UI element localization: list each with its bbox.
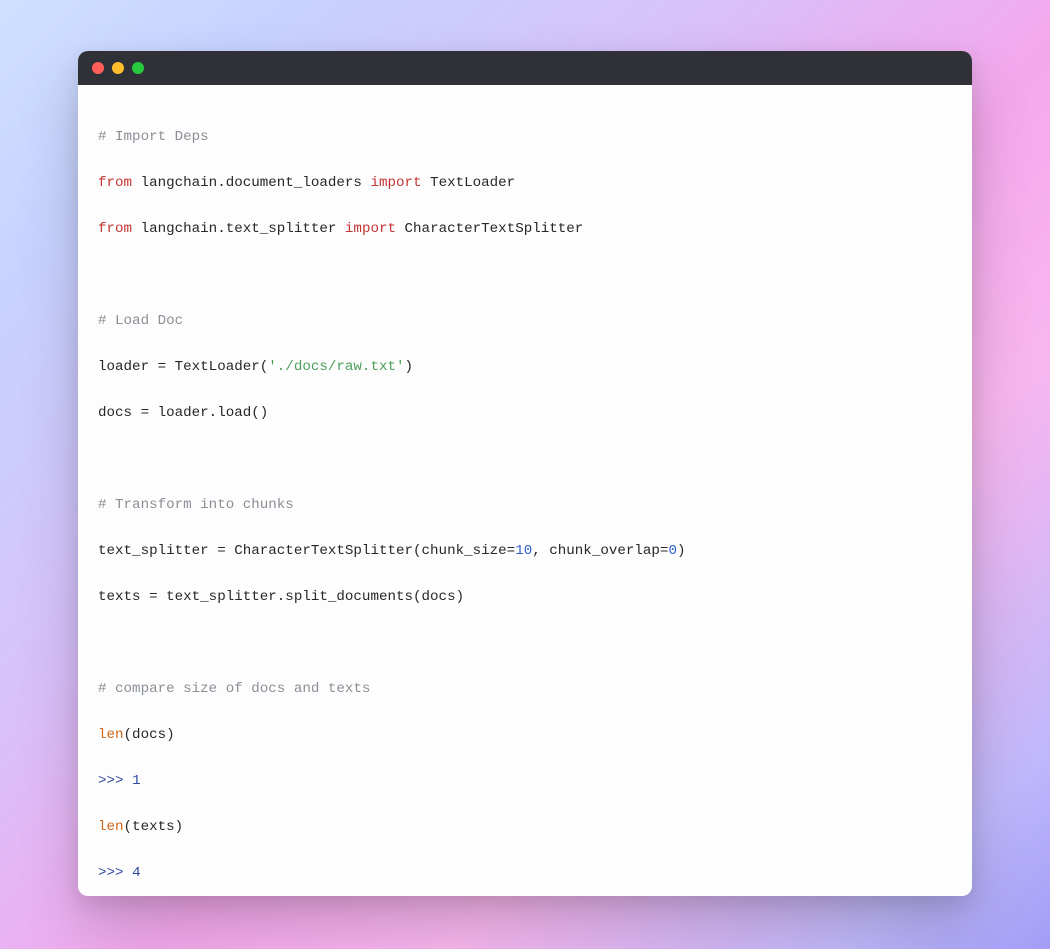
repl-prompt-icon: >>> (98, 773, 132, 789)
number-literal: 10 (515, 543, 532, 559)
code-text: (docs) (124, 727, 175, 743)
code-text: ) (405, 359, 414, 375)
keyword-from: from (98, 221, 132, 237)
builtin-len: len (98, 727, 124, 743)
module-path: langchain.document_loaders (132, 175, 370, 191)
keyword-import: import (345, 221, 396, 237)
output-value: 4 (132, 865, 141, 881)
minimize-icon[interactable] (112, 62, 124, 74)
repl-prompt-icon: >>> (98, 865, 132, 881)
keyword-from: from (98, 175, 132, 191)
zoom-icon[interactable] (132, 62, 144, 74)
titlebar (78, 51, 972, 85)
comment-compare: # compare size of docs and texts (98, 681, 370, 697)
gradient-background: # Import Deps from langchain.document_lo… (0, 0, 1050, 949)
number-literal: 0 (668, 543, 677, 559)
output-value: 1 (132, 773, 141, 789)
keyword-import: import (370, 175, 421, 191)
close-icon[interactable] (92, 62, 104, 74)
string-literal: './docs/raw.txt' (268, 359, 404, 375)
builtin-len: len (98, 819, 124, 835)
code-window: # Import Deps from langchain.document_lo… (78, 51, 972, 896)
code-text: text_splitter = CharacterTextSplitter(ch… (98, 543, 515, 559)
code-text: loader = TextLoader( (98, 359, 268, 375)
import-name: CharacterTextSplitter (396, 221, 583, 237)
code-text: ) (677, 543, 686, 559)
comment-import-deps: # Import Deps (98, 129, 209, 145)
import-name: TextLoader (422, 175, 516, 191)
module-path: langchain.text_splitter (132, 221, 345, 237)
code-area: # Import Deps from langchain.document_lo… (78, 85, 972, 896)
code-text: (texts) (124, 819, 184, 835)
code-text: docs = loader.load() (98, 405, 268, 421)
code-text: texts = text_splitter.split_documents(do… (98, 589, 464, 605)
comment-load-doc: # Load Doc (98, 313, 183, 329)
code-text: , chunk_overlap= (532, 543, 668, 559)
comment-transform: # Transform into chunks (98, 497, 294, 513)
